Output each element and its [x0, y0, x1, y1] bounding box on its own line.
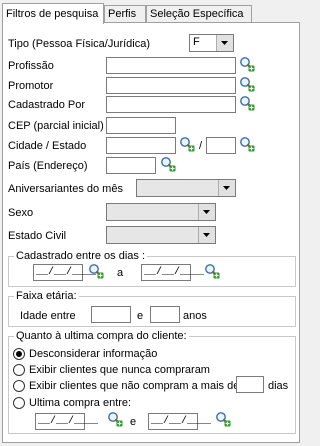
cep-label: CEP (parcial inicial) [8, 120, 104, 132]
radio-ultima-compra-entre-label[interactable]: Ultima compra entre: [29, 397, 131, 409]
aniversariantes-label: Aniversariantes do mês [8, 183, 123, 195]
tab-filtros-de-pesquisa[interactable]: Filtros de pesquisa [2, 3, 104, 24]
ultima-conj: e [130, 416, 137, 428]
chevron-down-icon[interactable] [198, 204, 215, 220]
tab-strip: Filtros de pesquisa Perfis Seleção Espec… [2, 3, 300, 24]
tipo-select[interactable]: F [189, 34, 234, 52]
promotor-input[interactable] [106, 77, 236, 94]
dias-suffix: dias [268, 380, 289, 392]
radio-desconsiderar[interactable] [13, 348, 25, 360]
cadastrado-conj: a [117, 267, 124, 279]
radio-desconsiderar-label[interactable]: Desconsiderar informação [29, 348, 157, 360]
profissao-label: Profissão [8, 60, 54, 72]
aniversariantes-select[interactable] [136, 179, 236, 197]
tab-label: Filtros de pesquisa [6, 8, 99, 20]
pais-input[interactable] [106, 157, 156, 174]
tab-label: Perfis [108, 8, 137, 20]
faixa-etaria-title: Faixa etária: [14, 290, 79, 302]
cep-input[interactable] [106, 117, 176, 134]
cadastrado-entre-title: Cadastrado entre os dias : [14, 250, 148, 262]
estado-civil-select[interactable] [106, 226, 216, 244]
promotor-label: Promotor [8, 80, 54, 92]
search-add-icon[interactable] [239, 95, 255, 111]
cadastrado-por-input[interactable] [106, 96, 236, 113]
calendar-search-icon[interactable] [215, 411, 231, 427]
estado-input[interactable] [206, 137, 236, 154]
ultima-compra-title: Quanto à ultima compra do cliente: [14, 330, 189, 342]
estado-civil-label: Estado Civil [8, 230, 67, 242]
ultima-end-date[interactable]: __/__/____ [148, 413, 211, 430]
cadastrado-por-label: Cadastrado Por [8, 99, 86, 111]
radio-nunca-compraram[interactable] [13, 364, 25, 376]
idade-conj: e [137, 310, 144, 322]
idade-entre-label: Idade entre [20, 310, 76, 322]
pais-label: País (Endereço) [8, 160, 88, 172]
tab-label: Seleção Específica [150, 8, 244, 20]
ultima-start-date[interactable]: __/__/____ [35, 413, 98, 430]
cidade-label: Cidade / Estado [8, 140, 87, 152]
calendar-search-icon[interactable] [88, 263, 104, 279]
tipo-value: F [193, 36, 200, 48]
cidade-input[interactable] [106, 137, 176, 154]
cadastrado-start-date[interactable]: __/__/____ [33, 264, 96, 281]
tipo-label: Tipo (Pessoa Física/Jurídica) [8, 38, 151, 50]
chevron-down-icon[interactable] [216, 35, 233, 51]
cidade-separator: / [199, 140, 203, 152]
calendar-search-icon[interactable] [204, 263, 220, 279]
chevron-down-icon[interactable] [198, 227, 215, 243]
search-add-icon[interactable] [160, 156, 176, 172]
sexo-label: Sexo [8, 207, 34, 219]
tab-perfis[interactable]: Perfis [104, 5, 146, 22]
idade-suffix: anos [183, 310, 207, 322]
dias-input[interactable] [236, 376, 264, 393]
profissao-input[interactable] [106, 57, 236, 74]
cadastrado-end-date[interactable]: __/__/____ [141, 264, 204, 281]
radio-nao-compram-label[interactable]: Exibir clientes que não compram a mais d… [29, 380, 239, 392]
calendar-search-icon[interactable] [107, 411, 123, 427]
search-add-icon[interactable] [239, 136, 255, 152]
search-add-icon[interactable] [239, 56, 255, 72]
radio-nao-compram[interactable] [13, 380, 25, 392]
radio-nunca-compraram-label[interactable]: Exibir clientes que nunca compraram [29, 364, 210, 376]
search-add-icon[interactable] [179, 136, 195, 152]
radio-ultima-compra-entre[interactable] [13, 397, 25, 409]
tab-selecao-especifica[interactable]: Seleção Específica [146, 5, 252, 22]
chevron-down-icon[interactable] [218, 180, 235, 196]
idade-min-input[interactable] [91, 306, 131, 323]
sexo-select[interactable] [106, 203, 216, 221]
idade-max-input[interactable] [150, 306, 180, 323]
search-add-icon[interactable] [239, 76, 255, 92]
